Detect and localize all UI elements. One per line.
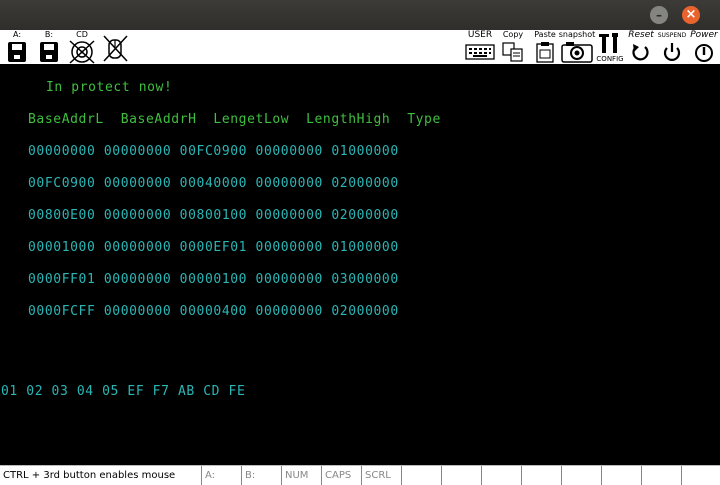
status-cell: [402, 466, 442, 485]
cdrom-disabled-icon: [69, 40, 95, 64]
user-button[interactable]: USER: [464, 30, 496, 64]
paste-label: Paste: [534, 30, 556, 39]
status-caps-lock: CAPS: [322, 466, 362, 485]
user-label: USER: [467, 30, 493, 40]
paste-button[interactable]: Paste: [532, 30, 558, 64]
status-floppy-a: A:: [202, 466, 242, 485]
keyboard-icon: [465, 44, 495, 60]
status-cell: [442, 466, 482, 485]
power-button[interactable]: Power: [688, 30, 720, 64]
status-cell: [682, 466, 720, 485]
table-row: 00000000 00000000 00FC0900 00000000 0100…: [28, 144, 399, 159]
config-label: CONFIG: [596, 55, 624, 63]
table-row: 00001000 00000000 0000EF01 00000000 0100…: [28, 240, 399, 255]
status-cell: [642, 466, 682, 485]
floppy-b-label: B:: [44, 30, 54, 39]
power-icon: [695, 44, 713, 62]
power-label: Power: [690, 30, 718, 40]
cdrom-button[interactable]: CD: [66, 30, 98, 64]
bochs-toolbar: A: B: CD USER Copy Paste snapshot CONFIG…: [0, 30, 720, 65]
minimize-button[interactable]: –: [650, 6, 668, 24]
copy-icon: [502, 42, 523, 62]
suspend-button[interactable]: SUSPEND: [656, 30, 688, 64]
status-cell: [602, 466, 642, 485]
copy-button[interactable]: Copy: [500, 30, 526, 64]
reset-label: Reset: [628, 30, 654, 40]
emulator-screen[interactable]: In protect now! BaseAddrL BaseAddrH Leng…: [0, 65, 720, 465]
status-scroll-lock: SCRL: [362, 466, 402, 485]
floppy-a-button[interactable]: A:: [6, 30, 28, 64]
suspend-icon: [663, 43, 681, 61]
status-hint: CTRL + 3rd button enables mouse: [0, 466, 202, 485]
table-row: 0000FCFF 00000000 00000400 00000000 0200…: [28, 304, 399, 319]
byte-dump: 01 02 03 04 05 EF F7 AB CD FE: [1, 384, 246, 399]
bochs-window: – × A: B: CD USER Copy Paste snapshot CO…: [0, 0, 720, 485]
config-tools-icon: [599, 33, 618, 53]
title-bar: – ×: [0, 0, 720, 30]
reset-button[interactable]: Reset: [626, 30, 656, 64]
status-cell: [562, 466, 602, 485]
status-floppy-b: B:: [242, 466, 282, 485]
table-row: 00FC0900 00000000 00040000 00000000 0200…: [28, 176, 399, 191]
status-cell: [522, 466, 562, 485]
camera-icon: [561, 42, 593, 63]
status-num-lock: NUM: [282, 466, 322, 485]
table-row: 00800E00 00000000 00800100 00000000 0200…: [28, 208, 399, 223]
table-row: 0000FF01 00000000 00000100 00000000 0300…: [28, 272, 399, 287]
mouse-toggle-button[interactable]: [100, 30, 130, 64]
status-cell: [482, 466, 522, 485]
clipboard-icon: [536, 42, 554, 63]
mouse-disabled-icon: [103, 35, 128, 62]
floppy-b-button[interactable]: B:: [38, 30, 60, 64]
reset-icon: [632, 44, 649, 61]
floppy-disk-icon: [40, 42, 58, 62]
floppy-disk-icon: [8, 42, 26, 62]
suspend-label: SUSPEND: [657, 32, 687, 39]
snapshot-button[interactable]: snapshot: [558, 30, 596, 64]
protect-message: In protect now!: [46, 80, 173, 95]
snapshot-label: snapshot: [558, 30, 596, 39]
floppy-a-label: A:: [12, 30, 22, 39]
copy-label: Copy: [502, 30, 524, 39]
status-bar: CTRL + 3rd button enables mouse A: B: NU…: [0, 465, 720, 485]
table-header: BaseAddrL BaseAddrH LengetLow LengthHigh…: [28, 112, 441, 127]
close-button[interactable]: ×: [682, 6, 700, 24]
config-button[interactable]: CONFIG: [596, 30, 624, 64]
